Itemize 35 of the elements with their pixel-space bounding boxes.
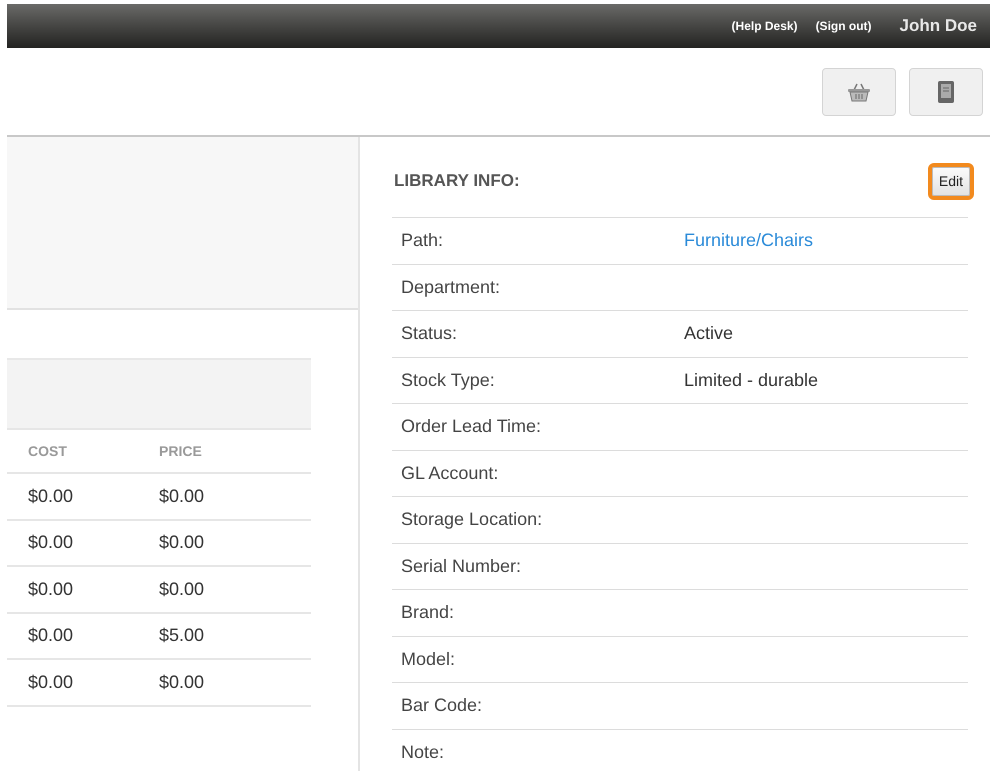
field-label: Serial Number: [400,554,522,578]
field-value: Active [684,322,734,346]
table-cell-text: $0.00 [27,531,74,554]
field-label: Storage Location: [400,508,544,532]
field-value: Limited - durable [684,368,818,392]
basket-button[interactable] [822,68,896,116]
column-header: PRICE [158,442,203,460]
section-title: LIBRARY INFO: [394,170,520,192]
table-cell-text: $0.00 [27,670,74,694]
field-label: Stock Type: [400,368,496,392]
field-label: Status: [400,322,458,346]
field-label: Model: [400,648,456,671]
field-label: Bar Code: [400,694,484,718]
table-cell-text: $0.00 [158,531,206,554]
book-button[interactable] [909,68,983,116]
table-cell-text: $0.00 [27,484,74,508]
user-name[interactable]: John Doe [900,13,977,39]
column-header: COST [27,442,68,460]
table-cell-text: $0.00 [158,484,206,508]
field-label: Path: [400,229,444,252]
header-link[interactable]: (Sign out) [816,17,872,35]
book-icon [937,80,955,104]
field-label: Department: [400,276,502,299]
field-label: Order Lead Time: [400,415,542,438]
field-label: Brand: [400,601,456,624]
table-cell-text: $0.00 [27,624,74,648]
header-link[interactable]: (Help Desk) [732,17,798,35]
table-cell-text: $0.00 [158,670,206,694]
table-cell-text: $5.00 [158,624,206,648]
field-label: Note: [400,740,446,764]
basket-icon [847,82,871,102]
table-cell-text: $0.00 [158,578,206,601]
path-link[interactable]: Furniture/Chairs [684,227,814,254]
table-cell-text: $0.00 [27,578,74,601]
field-label: GL Account: [400,462,500,485]
